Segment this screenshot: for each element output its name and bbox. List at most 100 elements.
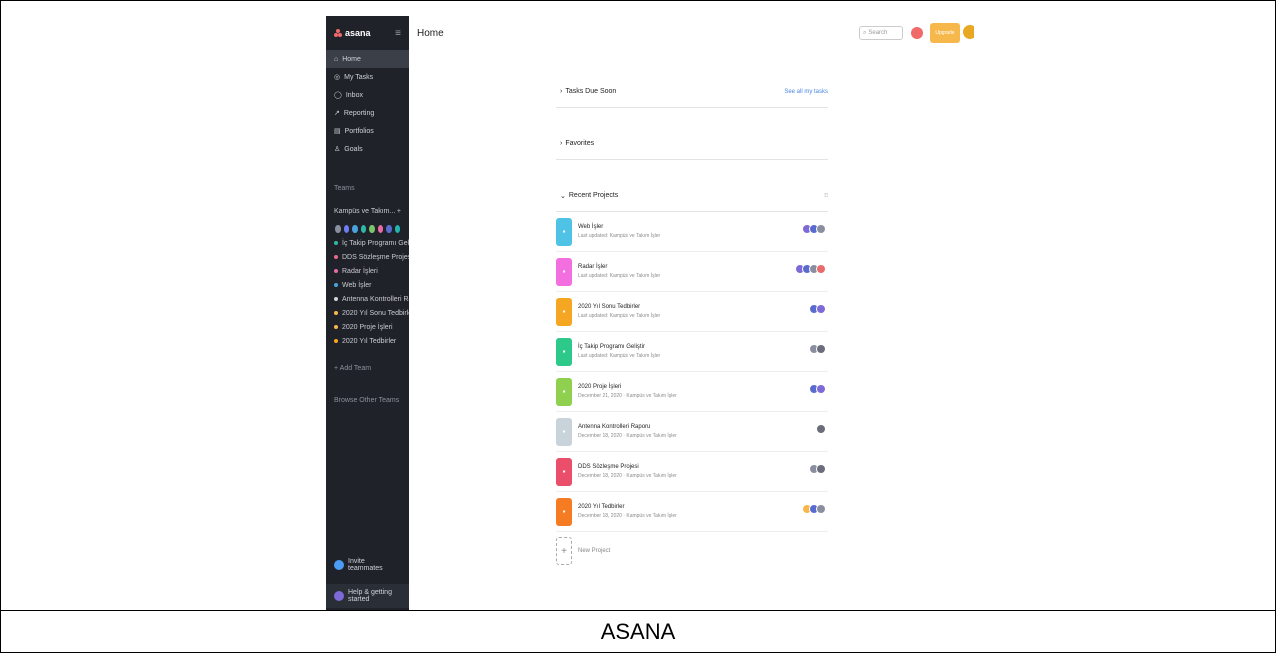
avatar[interactable] <box>334 224 342 234</box>
new-project-button[interactable]: + New Project <box>556 532 828 570</box>
project-members <box>795 264 826 274</box>
sidebar-item-goals[interactable]: ♙ Goals <box>326 140 409 158</box>
sidebar-item-inbox[interactable]: ◯ Inbox <box>326 86 409 104</box>
invite-icon <box>334 560 344 570</box>
avatar[interactable] <box>816 264 826 274</box>
avatar[interactable] <box>816 344 826 354</box>
add-icon[interactable]: + <box>397 208 401 215</box>
project-icon: ▪ <box>556 377 572 406</box>
avatar[interactable] <box>351 224 359 234</box>
sidebar-projects: İç Takip Programı Geliştir DDS Sözleşme P… <box>326 236 409 348</box>
project-icon: ▪ <box>556 417 572 446</box>
sidebar-project-item[interactable]: 2020 Proje İşleri <box>326 320 409 334</box>
avatar[interactable] <box>359 224 367 234</box>
asana-logo-icon <box>334 29 342 37</box>
project-color-dot <box>334 269 338 273</box>
caption: ASANA <box>600 619 676 644</box>
favorites-section[interactable]: › Favorites <box>556 128 828 160</box>
user-avatar[interactable] <box>963 25 974 39</box>
team-row[interactable]: Kampüs ve Takım... + <box>326 202 409 220</box>
project-row[interactable]: ▪ Antenna Kontrolleri Raporu December 18, … <box>556 412 828 452</box>
avatar[interactable] <box>816 424 826 434</box>
sidebar-item-label: My Tasks <box>344 73 374 81</box>
project-row[interactable]: ▪ 2020 Yıl Sonu Tedbirler Last updated: Ka… <box>556 292 828 332</box>
sidebar-project-item[interactable]: Antenna Kontrolleri Ray... <box>326 292 409 306</box>
project-row[interactable]: ▪ 2020 Yıl Tedbirler December 18, 2020 · K… <box>556 492 828 532</box>
project-label: Antenna Kontrolleri Ray... <box>342 295 409 303</box>
avatar[interactable] <box>911 27 923 39</box>
grid-view-icon[interactable]: ⁝⁝ <box>824 192 828 199</box>
recent-projects-section[interactable]: ⌄ Recent Projects ⁝⁝ <box>556 180 828 212</box>
check-icon: ◎ <box>334 74 341 81</box>
avatar[interactable] <box>816 464 826 474</box>
project-label: İç Takip Programı Geliştir <box>342 239 409 247</box>
sidebar-item-my-tasks[interactable]: ◎ My Tasks <box>326 68 409 86</box>
help-button[interactable]: Help & getting started <box>326 584 409 608</box>
project-name: DDS Sözleşme Projesi <box>578 464 639 470</box>
project-subtitle: Last updated: Kampüs ve Takım İşler <box>578 313 661 319</box>
person-icon: ♙ <box>334 146 341 153</box>
project-label: 2020 Yıl Tedbirler <box>342 337 397 345</box>
sidebar-item-portfolios[interactable]: ▤ Portfolios <box>326 122 409 140</box>
project-row[interactable]: ▪ DDS Sözleşme Projesi December 18, 2020 ·… <box>556 452 828 492</box>
project-color-dot <box>334 255 338 259</box>
section-title: Favorites <box>565 140 595 147</box>
hamburger-icon[interactable]: ≡ <box>395 28 401 39</box>
avatar[interactable] <box>368 224 376 234</box>
sidebar-item-label: Home <box>342 55 361 63</box>
avatar[interactable] <box>816 384 826 394</box>
avatar[interactable] <box>816 304 826 314</box>
project-icon: ▪ <box>556 297 572 326</box>
sidebar-item-reporting[interactable]: ↗ Reporting <box>326 104 409 122</box>
avatar[interactable] <box>342 224 350 234</box>
project-color-dot <box>334 325 338 329</box>
project-row[interactable]: ▪ 2020 Proje İşleri December 21, 2020 · Ka… <box>556 372 828 412</box>
sidebar-project-item[interactable]: 2020 Yıl Tedbirler <box>326 334 409 348</box>
avatar[interactable] <box>816 504 826 514</box>
project-row[interactable]: ▪ Web İşler Last updated: Kampüs ve Takım … <box>556 212 828 252</box>
browse-teams-link[interactable]: Browse Other Teams <box>326 394 409 408</box>
avatar[interactable] <box>393 224 401 234</box>
sidebar-project-item[interactable]: Radar İşleri <box>326 264 409 278</box>
avatar[interactable] <box>376 224 384 234</box>
add-team-link[interactable]: + Add Team <box>326 362 409 376</box>
sidebar-project-item[interactable]: 2020 Yıl Sonu Tedbirler <box>326 306 409 320</box>
project-name: Radar İşler <box>578 264 608 270</box>
invite-teammates-button[interactable]: Invite teammates <box>326 556 409 574</box>
project-subtitle: December 18, 2020 · Kampüs ve Takım İşle… <box>578 473 677 479</box>
project-subtitle: Last updated: Kampüs ve Takım İşler <box>578 353 661 359</box>
avatar[interactable] <box>816 224 826 234</box>
asana-logo[interactable]: asana <box>334 28 371 38</box>
team-avatars <box>326 222 409 236</box>
project-color-dot <box>334 283 338 287</box>
project-members <box>809 384 826 394</box>
section-title: Recent Projects <box>568 192 619 199</box>
sidebar: asana ≡ ⌂ Home ◎ My Tasks ◯ Inbox ↗ Reporting ▤ P… <box>326 16 409 610</box>
avatar[interactable] <box>385 224 393 234</box>
search-icon: ⌕ <box>863 29 867 36</box>
project-color-dot <box>334 297 338 301</box>
new-project-label: New Project <box>578 548 611 554</box>
sidebar-item-label: Reporting <box>343 109 375 117</box>
project-name: 2020 Yıl Sonu Tedbirler <box>578 304 641 310</box>
project-icon: ▪ <box>556 217 572 246</box>
sidebar-nav: ⌂ Home ◎ My Tasks ◯ Inbox ↗ Reporting ▤ Portfolio… <box>326 50 409 158</box>
project-icon: ▪ <box>556 257 572 286</box>
sidebar-item-label: Inbox <box>345 91 363 99</box>
project-members <box>809 464 826 474</box>
section-title: Tasks Due Soon <box>565 88 617 95</box>
project-members <box>809 344 826 354</box>
sidebar-project-item[interactable]: DDS Sözleşme Projesi <box>326 250 409 264</box>
sidebar-project-item[interactable]: Web İşler <box>326 278 409 292</box>
tasks-due-soon-section[interactable]: › Tasks Due Soon See all my tasks <box>556 76 828 108</box>
sidebar-item-home[interactable]: ⌂ Home <box>326 50 409 68</box>
project-row[interactable]: ▪ Radar İşler Last updated: Kampüs ve Takı… <box>556 252 828 292</box>
sidebar-project-item[interactable]: İç Takip Programı Geliştir <box>326 236 409 250</box>
upgrade-button[interactable]: Upgrade <box>930 23 960 43</box>
teams-header: Teams <box>334 185 355 192</box>
search-input[interactable]: ⌕ Search <box>859 26 903 40</box>
chart-icon: ↗ <box>334 110 340 117</box>
see-all-tasks-link[interactable]: See all my tasks <box>784 89 828 95</box>
search-placeholder: Search <box>868 30 888 36</box>
project-row[interactable]: ▪ İç Takip Programı Geliştir Last updated:… <box>556 332 828 372</box>
